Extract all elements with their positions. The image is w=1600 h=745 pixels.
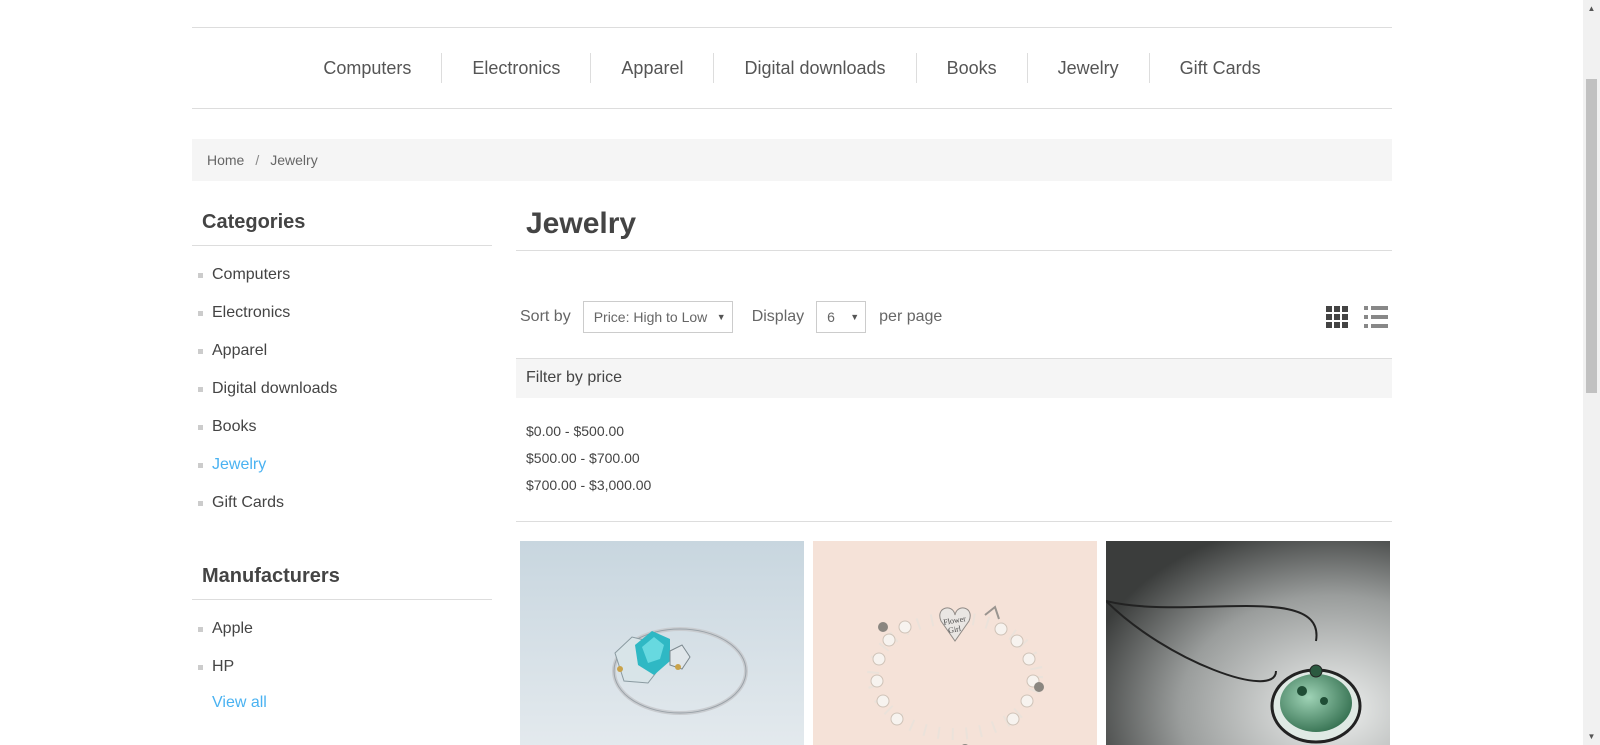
manufacturers-block: Manufacturers Apple HP View all [192, 565, 492, 712]
scroll-up-arrow-icon[interactable]: ▲ [1583, 0, 1600, 17]
category-item-jewelry[interactable]: Jewelry [192, 446, 492, 484]
top-menu-jewelry[interactable]: Jewelry [1028, 53, 1150, 83]
price-range-link[interactable]: $0.00 - $500.00 [526, 422, 1382, 449]
product-image-pendant[interactable] [1106, 541, 1390, 745]
top-menu-books[interactable]: Books [917, 53, 1028, 83]
price-range-link[interactable]: $700.00 - $3,000.00 [526, 476, 1382, 503]
view-mode-switcher [1326, 306, 1388, 328]
product-image-bracelet[interactable]: Flower Girl [813, 541, 1097, 745]
breadcrumb: Home / Jewelry [192, 139, 1392, 181]
dropdown-arrow-icon: ▼ [850, 312, 860, 322]
scrollbar-thumb[interactable] [1586, 79, 1597, 393]
categories-block: Categories Computers Electronics Apparel… [192, 211, 492, 522]
category-item-computers[interactable]: Computers [192, 256, 492, 294]
category-item-gift-cards[interactable]: Gift Cards [192, 484, 492, 522]
sort-by-select[interactable]: Price: High to Low ▼ [582, 301, 733, 333]
top-menu-computers[interactable]: Computers [293, 53, 443, 83]
category-item-apparel[interactable]: Apparel [192, 332, 492, 370]
view-all-manufacturers-link[interactable]: View all [192, 694, 492, 712]
list-view-icon[interactable] [1364, 306, 1388, 328]
scroll-down-arrow-icon[interactable]: ▼ [1583, 728, 1600, 745]
product-image-ring[interactable] [520, 541, 804, 745]
price-range-link[interactable]: $500.00 - $700.00 [526, 449, 1382, 476]
dropdown-arrow-icon: ▼ [716, 312, 726, 322]
display-label: Display [751, 308, 805, 325]
top-menu-gift-cards[interactable]: Gift Cards [1150, 53, 1291, 83]
categories-list: Computers Electronics Apparel Digital do… [192, 246, 492, 522]
product-selectors: Sort by Price: High to Low ▼ Display 6 ▼… [516, 300, 1392, 334]
page-size-select[interactable]: 6 ▼ [816, 301, 867, 333]
category-item-books[interactable]: Books [192, 408, 492, 446]
page-size-value: 6 [827, 309, 835, 325]
top-menu-electronics[interactable]: Electronics [442, 53, 592, 83]
breadcrumb-separator: / [255, 152, 260, 168]
sort-by-value: Price: High to Low [593, 309, 708, 325]
categories-title: Categories [192, 211, 492, 246]
breadcrumb-home[interactable]: Home [207, 152, 244, 168]
manufacturer-item-hp[interactable]: HP [192, 648, 492, 686]
page-scrollbar[interactable]: ▲ ▼ [1583, 0, 1600, 745]
price-filter: Filter by price $0.00 - $500.00 $500.00 … [516, 358, 1392, 522]
page-title: Jewelry [516, 200, 1392, 251]
category-item-electronics[interactable]: Electronics [192, 294, 492, 332]
per-page-label: per page [879, 308, 943, 325]
product-grid: Flower Girl [520, 541, 1390, 745]
category-page: Jewelry Sort by Price: High to Low ▼ Dis… [516, 200, 1392, 745]
top-menu-apparel[interactable]: Apparel [591, 53, 715, 83]
sort-by-label: Sort by [520, 308, 571, 325]
top-menu-digital-downloads[interactable]: Digital downloads [714, 53, 917, 83]
breadcrumb-current: Jewelry [270, 152, 318, 168]
price-filter-title[interactable]: Filter by price [516, 358, 1392, 398]
manufacturers-list: Apple HP [192, 600, 492, 686]
manufacturers-title: Manufacturers [192, 565, 492, 600]
grid-view-icon[interactable] [1326, 306, 1348, 328]
manufacturer-item-apple[interactable]: Apple [192, 610, 492, 648]
top-menu: Computers Electronics Apparel Digital do… [192, 28, 1392, 109]
price-range-list: $0.00 - $500.00 $500.00 - $700.00 $700.0… [516, 398, 1392, 503]
category-item-digital-downloads[interactable]: Digital downloads [192, 370, 492, 408]
